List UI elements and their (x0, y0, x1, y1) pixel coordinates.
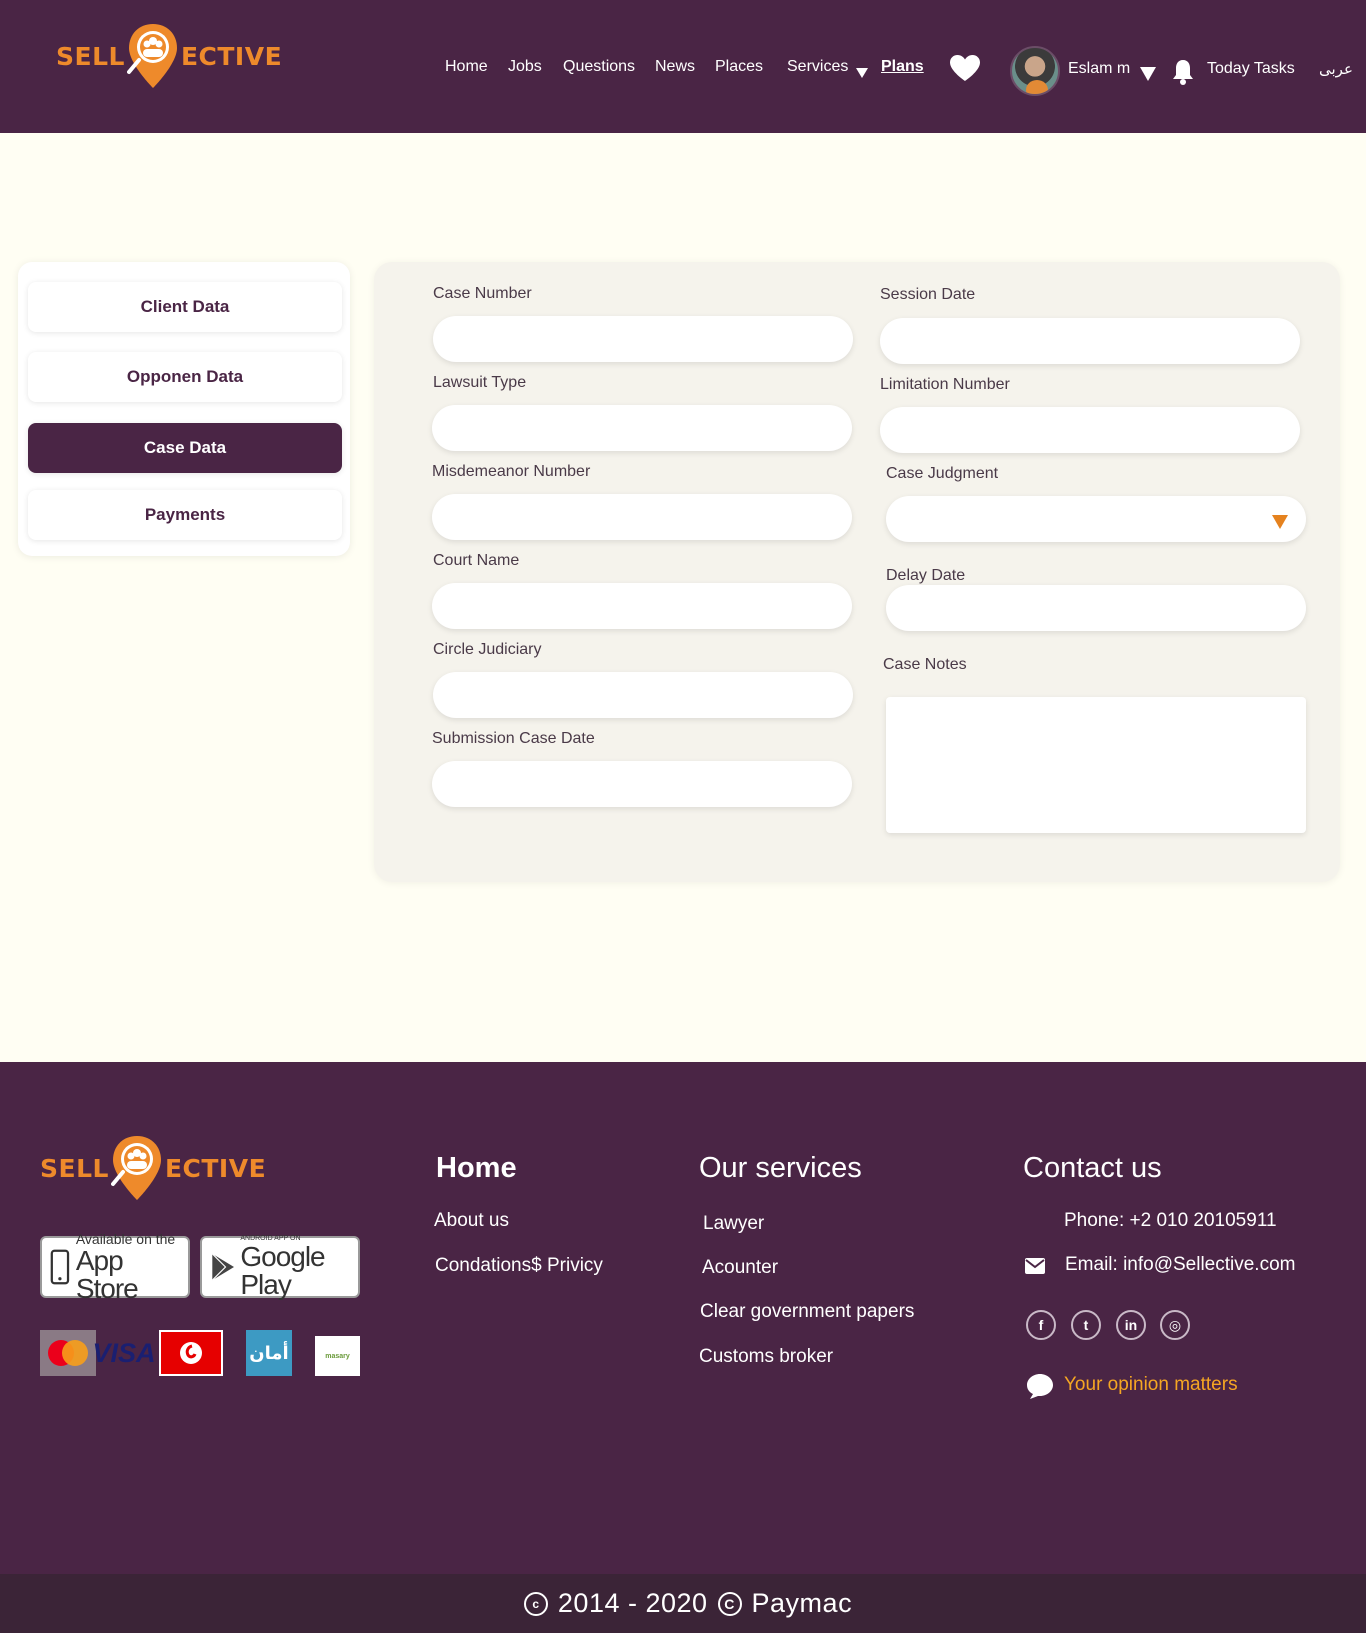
lawsuit-type-input[interactable] (432, 405, 852, 451)
heart-icon[interactable] (949, 54, 981, 82)
vodafone-cash-logo (159, 1330, 223, 1376)
services-chevron-down-icon[interactable] (856, 68, 868, 78)
footer-logo-word-right: ECTIVE (164, 1153, 267, 1183)
footer-contact-title: Contact us (1023, 1152, 1162, 1184)
footer-home-title: Home (436, 1152, 517, 1184)
envelope-icon (1025, 1258, 1045, 1274)
case-notes-label: Case Notes (883, 656, 967, 673)
masary-logo: masary (315, 1336, 360, 1376)
dropdown-caret-icon (1272, 515, 1288, 529)
visa-logo: VISA (92, 1337, 156, 1368)
user-avatar[interactable] (1010, 46, 1060, 96)
submission-case-date-input[interactable] (432, 761, 852, 807)
sidebar-item-case-data[interactable]: Case Data (28, 423, 342, 473)
service-lawyer-link[interactable]: Lawyer (703, 1213, 764, 1235)
mastercard-circles-icon (48, 1340, 88, 1366)
copyright-years: 2014 - 2020 (557, 1588, 708, 1618)
phone-icon (50, 1249, 70, 1285)
sidebar-item-client-data[interactable]: Client Data (28, 282, 342, 332)
copyright-owner: Paymac (751, 1588, 853, 1618)
top-header: SELL ECTIVE Home Jobs Questions News Pla… (0, 0, 1366, 133)
footer-brand-logo[interactable]: SELL ECTIVE (40, 1134, 266, 1202)
case-judgment-select[interactable] (886, 496, 1306, 542)
user-name[interactable]: Eslam m (1068, 60, 1130, 78)
aman-logo: أمان (246, 1330, 292, 1376)
chat-bubble-icon[interactable] (1025, 1372, 1055, 1400)
case-judgment-label: Case Judgment (886, 465, 999, 482)
nav-places[interactable]: Places (715, 58, 763, 76)
circle-judiciary-input[interactable] (433, 672, 853, 718)
service-customs-broker-link[interactable]: Customs broker (699, 1346, 833, 1368)
conditions-privacy-link[interactable]: Condations$ Privicy (435, 1255, 603, 1277)
footer-logo-word-left: SELL (40, 1153, 109, 1183)
footer-logo-pin-icon (110, 1136, 161, 1200)
logo-pin-icon (126, 24, 177, 88)
submission-case-date-label: Submission Case Date (432, 730, 595, 747)
session-date-input[interactable] (880, 318, 1300, 364)
app-store-button[interactable]: Available on the App Store (40, 1231, 190, 1302)
linkedin-icon[interactable]: in (1116, 1310, 1146, 1340)
twitter-icon[interactable]: t (1071, 1310, 1101, 1340)
your-opinion-link[interactable]: Your opinion matters (1064, 1374, 1238, 1396)
app-store-big-text: App Store (75, 1244, 139, 1304)
logo-word-right: ECTIVE (180, 41, 283, 71)
copyright-symbol-icon: c (523, 1591, 548, 1616)
nav-news[interactable]: News (655, 58, 695, 76)
service-government-papers-link[interactable]: Clear government papers (700, 1301, 914, 1323)
google-play-button[interactable]: ANDROID APP ON Google Play (200, 1235, 360, 1300)
nav-questions[interactable]: Questions (563, 58, 635, 76)
nav-services[interactable]: Services (787, 58, 848, 76)
session-date-label: Session Date (880, 286, 976, 303)
case-number-input[interactable] (433, 316, 853, 362)
bell-icon[interactable] (1171, 58, 1195, 86)
google-play-big-text: Google Play (240, 1241, 325, 1300)
nav-home[interactable]: Home (445, 58, 488, 76)
logo-word-left: SELL (56, 41, 125, 71)
nav-jobs[interactable]: Jobs (508, 58, 542, 76)
copyright-bar: c 2014 - 2020 C Paymac (0, 1574, 1366, 1633)
vodafone-icon (180, 1342, 202, 1364)
sidebar-item-payments[interactable]: Payments (28, 490, 342, 540)
case-notes-textarea[interactable] (886, 697, 1306, 833)
case-number-label: Case Number (433, 285, 532, 302)
misdemeanor-number-label: Misdemeanor Number (432, 463, 591, 480)
user-menu-chevron-down-icon[interactable] (1140, 67, 1156, 81)
facebook-icon[interactable]: f (1026, 1310, 1056, 1340)
misdemeanor-number-input[interactable] (432, 494, 852, 540)
case-data-form: Case Number Lawsuit Type Misdemeanor Num… (374, 262, 1340, 882)
court-name-label: Court Name (433, 552, 520, 569)
delay-date-input[interactable] (886, 585, 1306, 631)
sidebar-item-opponent-data[interactable]: Opponen Data (28, 352, 342, 402)
nav-plans[interactable]: Plans (881, 58, 924, 76)
contact-email[interactable]: Email: info@Sellective.com (1065, 1254, 1295, 1276)
instagram-icon[interactable]: ◎ (1160, 1310, 1190, 1340)
language-switch[interactable]: عربى (1319, 60, 1353, 78)
site-footer: SELL ECTIVE Available on the App Store A… (0, 1062, 1366, 1574)
mastercard-logo (40, 1330, 96, 1376)
court-name-input[interactable] (432, 583, 852, 629)
circle-judiciary-label: Circle Judiciary (433, 641, 542, 658)
today-tasks-link[interactable]: Today Tasks (1207, 60, 1295, 78)
copyright-symbol-icon-2: C (717, 1591, 742, 1616)
lawsuit-type-label: Lawsuit Type (433, 374, 527, 391)
play-icon (211, 1253, 235, 1281)
brand-logo[interactable]: SELL ECTIVE (56, 22, 282, 90)
case-sections-sidebar: Client Data Opponen Data Case Data Payme… (18, 262, 350, 556)
footer-services-title: Our services (699, 1152, 862, 1184)
service-accounter-link[interactable]: Acounter (702, 1257, 778, 1279)
contact-phone: Phone: +2 010 20105911 (1064, 1210, 1277, 1231)
delay-date-label: Delay Date (886, 567, 966, 584)
limitation-number-label: Limitation Number (880, 376, 1010, 393)
about-us-link[interactable]: About us (434, 1210, 509, 1232)
limitation-number-input[interactable] (880, 407, 1300, 453)
